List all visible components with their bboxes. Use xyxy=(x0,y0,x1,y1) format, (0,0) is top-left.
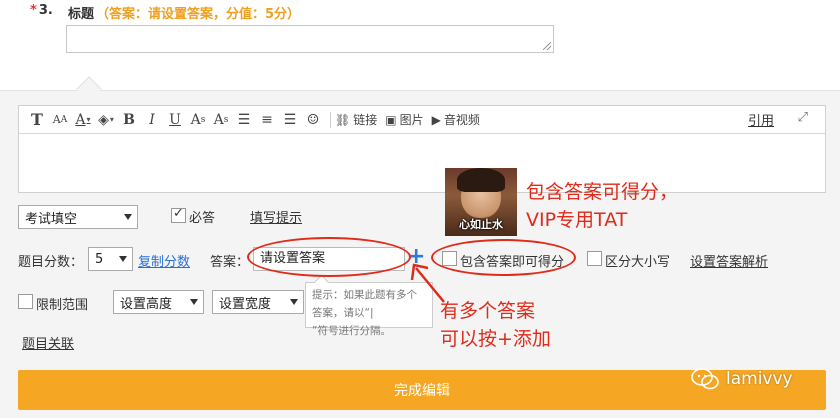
annotation-note-1-line-1: 包含答案可得分， xyxy=(526,181,679,203)
tooltip-line-2: ”符号进行分隔。 xyxy=(312,325,391,337)
question-type-value: 考试填空 xyxy=(25,211,78,227)
text-format-icon[interactable]: T xyxy=(27,110,47,130)
video-icon: ▶ xyxy=(431,112,441,127)
question-number: * 3. xyxy=(30,3,53,18)
chevron-down-icon xyxy=(119,256,127,262)
required-checkbox[interactable] xyxy=(171,206,186,223)
required-star: * xyxy=(30,3,37,18)
case-sensitive-checkbox[interactable] xyxy=(587,251,602,266)
answer-analysis-link[interactable]: 设置答案解析 xyxy=(690,251,768,270)
annotation-note-1-line-2: VIP专用TAT xyxy=(526,209,628,231)
wechat-icon xyxy=(691,368,719,390)
question-type-select[interactable]: 考试填空 xyxy=(18,205,138,229)
bold-icon[interactable]: B xyxy=(119,110,139,130)
score-label: 题目分数： xyxy=(18,255,84,270)
fullscreen-icon[interactable]: ⤢ xyxy=(798,110,808,125)
subscript-icon[interactable]: As xyxy=(188,110,208,130)
chevron-down-icon xyxy=(290,299,298,305)
score-value: 5 xyxy=(95,251,104,267)
toolbar-divider xyxy=(330,111,331,128)
italic-icon[interactable]: I xyxy=(142,110,162,130)
title-textarea[interactable] xyxy=(66,25,554,53)
superscript-icon[interactable]: As xyxy=(211,110,231,130)
align-center-icon[interactable]: ≡ xyxy=(257,110,277,130)
title-answer-hint: （答案：请设置答案，分值：5分） xyxy=(96,7,301,22)
title-label: 标题 xyxy=(68,7,95,22)
score-select[interactable]: 5 xyxy=(88,247,133,271)
annotation-note-2-line-2: 可以按+添加 xyxy=(440,328,551,350)
required-label: 必答 xyxy=(189,211,216,226)
question-number-value: 3. xyxy=(38,3,53,18)
link-icon: ⛓ xyxy=(335,112,351,127)
answer-highlight-ellipse xyxy=(247,237,411,277)
video-label: 音视频 xyxy=(443,113,480,127)
answer-label: 答案： xyxy=(210,255,250,270)
image-icon: ▣ xyxy=(385,112,397,127)
align-right-icon[interactable]: ☰ xyxy=(280,110,300,130)
chevron-down-icon xyxy=(190,299,198,305)
question-title: 标题 （答案：请设置答案，分值：5分） xyxy=(68,3,300,22)
image-button[interactable]: ▣ 图片 xyxy=(385,110,423,130)
link-button[interactable]: ⛓ 链接 xyxy=(335,110,377,130)
highlight-color-icon[interactable]: ◈ ▾ xyxy=(96,110,116,130)
editor-toolbar: T AA A ▾ ◈ ▾ B I U As As ☰ ≡ ☰ ☺ ⛓ 链接 ▣ 图片 ▶… xyxy=(19,106,825,134)
watermark-text: lamivvy xyxy=(726,369,793,389)
case-sensitive-label: 区分大小写 xyxy=(605,255,671,270)
underline-icon[interactable]: U xyxy=(165,110,185,130)
image-label: 图片 xyxy=(399,113,424,127)
emoji-icon[interactable]: ☺ xyxy=(303,110,323,130)
meme-hair xyxy=(457,168,505,192)
chevron-down-icon xyxy=(124,214,132,220)
annotation-note-1: 包含答案可得分， VIP专用TAT xyxy=(526,178,678,234)
align-left-icon[interactable]: ☰ xyxy=(234,110,254,130)
limit-range-label: 限制范围 xyxy=(36,298,89,313)
annotation-note-2: 有多个答案 可以按+添加 xyxy=(440,297,551,353)
meme-caption: 心如止水 xyxy=(459,218,503,231)
quote-link[interactable]: 引用 xyxy=(748,110,774,129)
video-button[interactable]: ▶ 音视频 xyxy=(432,110,480,130)
height-select[interactable]: 设置高度 xyxy=(113,290,204,314)
fill-hint-link[interactable]: 填写提示 xyxy=(250,207,302,226)
related-question-link[interactable]: 题目关联 xyxy=(22,333,74,352)
limit-range-checkbox[interactable] xyxy=(18,294,33,309)
watermark: lamivvy xyxy=(690,367,793,391)
link-label: 链接 xyxy=(353,113,378,127)
height-select-value: 设置高度 xyxy=(120,296,173,312)
contains-answer-highlight-ellipse xyxy=(431,239,576,276)
font-size-icon[interactable]: AA xyxy=(50,110,70,130)
annotation-note-2-line-1: 有多个答案 xyxy=(440,300,536,322)
width-select-value: 设置宽度 xyxy=(219,296,272,312)
resize-grip-icon[interactable] xyxy=(543,42,551,50)
font-color-icon[interactable]: A ▾ xyxy=(73,110,93,130)
meme-image: 心如止水 xyxy=(445,168,517,236)
width-select[interactable]: 设置宽度 xyxy=(212,290,304,314)
copy-score-link[interactable]: 复制分数 xyxy=(138,251,190,270)
